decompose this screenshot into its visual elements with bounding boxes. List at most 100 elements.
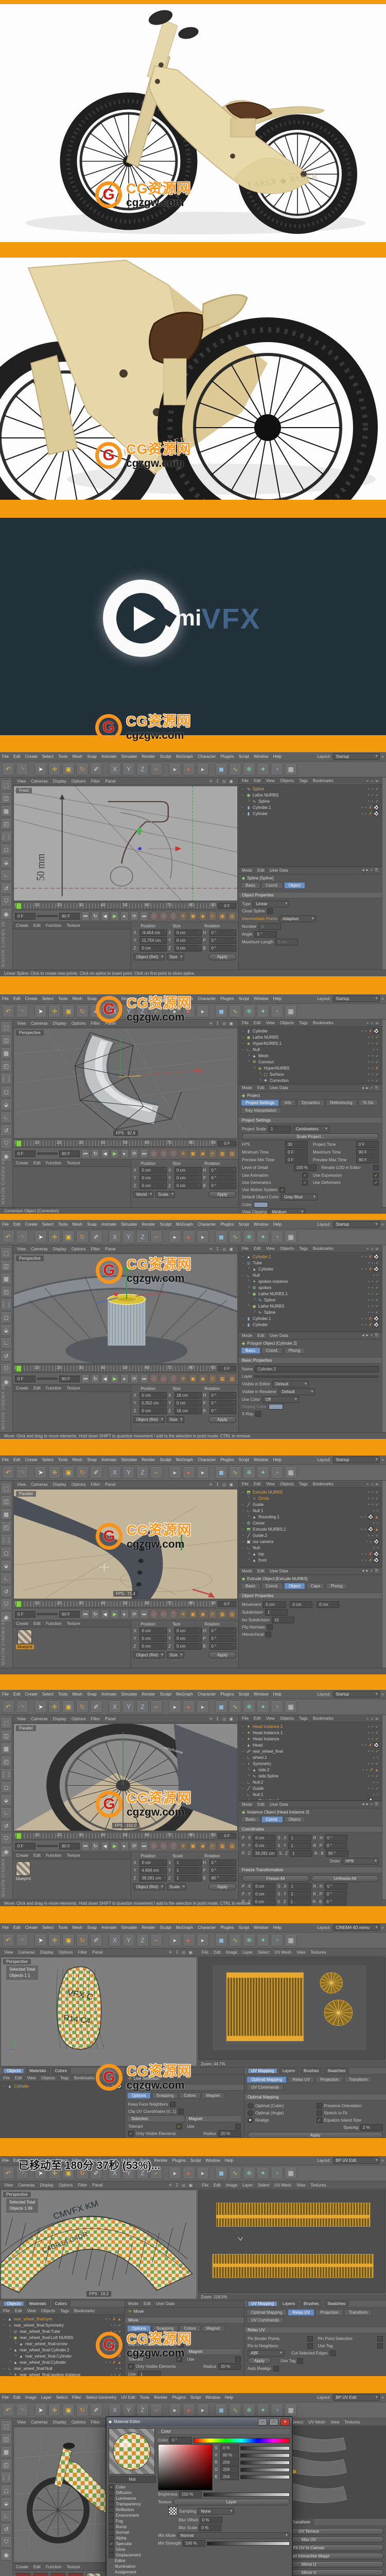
model-mode-icon[interactable]: ◫ (1, 1730, 12, 1741)
object-tree-item[interactable]: └ ◎ rear_wheel_final:Tube ∘ ∘ ✓ (0, 2328, 125, 2334)
z-axis-lock-icon[interactable]: Z (136, 1466, 149, 1479)
redo-icon[interactable]: ↷ (16, 1005, 28, 1018)
last-tool-icon[interactable]: ✐ (90, 1466, 102, 1479)
object-state-dots[interactable]: ∘ ∘ ✓ (367, 1279, 382, 1284)
attribute-value[interactable]: 1 (288, 1883, 311, 1890)
attribute-tab[interactable]: Phong (326, 1582, 347, 1589)
search-icon[interactable]: ⌕ (382, 1692, 384, 1697)
attribute-value[interactable]: Off (262, 1396, 299, 1403)
attribute-tools[interactable]: ◂ ▸ ⌕ ⎘ (362, 868, 379, 873)
render-view-icon[interactable]: ▸ (169, 1701, 181, 1713)
menu-item[interactable]: MoGraph (176, 754, 193, 759)
menu-item[interactable]: User Data (270, 1333, 288, 1338)
object-state-dots[interactable]: ∘ ∘ (373, 1047, 382, 1052)
make-editable-icon[interactable]: ⬚ (1, 1483, 12, 1494)
checkbox[interactable] (170, 2101, 176, 2107)
blur-scale-value[interactable]: 0 % (199, 2524, 222, 2531)
workplane-icon[interactable]: ◰ (1, 1060, 12, 1072)
menu-item[interactable]: File (2, 1458, 9, 1462)
object-tree-item[interactable]: └ ▲ side.2 ∘ ∘ ✗ ▲ (239, 1767, 382, 1773)
menu-item[interactable]: UV Mesh (274, 1950, 291, 1955)
menu-item[interactable]: Plugins (220, 996, 234, 1001)
menu-item[interactable]: Select (258, 1950, 269, 1955)
z-axis-lock-icon[interactable]: Z (136, 1231, 149, 1243)
menu-item[interactable]: Sculpt (160, 996, 171, 1001)
object-tree-item[interactable]: └ ◉ rear_wheel_final:Loft NURBS ∘ ∘ ✗ (0, 2334, 125, 2341)
uv-mode-tab[interactable]: Optimal Mapping (247, 2309, 287, 2316)
attribute-value[interactable]: 0 cm (253, 1834, 276, 1841)
points-mode-icon[interactable]: ⋮⋮ (1, 1073, 12, 1084)
cube-primitive-icon[interactable]: ◼ (215, 1934, 227, 1946)
menu-item[interactable]: Mode (242, 1333, 252, 1338)
move-icon[interactable]: ✛ (48, 1005, 61, 1018)
tool-tab[interactable]: Colors (179, 2325, 201, 2332)
rotation-field[interactable]: 0 ° (209, 1643, 237, 1650)
frame-start-field[interactable]: 0 F (15, 1611, 36, 1618)
key-button[interactable]: ▣ (189, 911, 197, 921)
menu-item[interactable]: MoGraph (176, 1458, 193, 1462)
menu-item[interactable]: Objects (41, 2076, 55, 2080)
apply-button[interactable]: Apply (208, 1884, 236, 1890)
position-field[interactable]: 0 cm (139, 1643, 167, 1650)
checkbox[interactable] (307, 2343, 313, 2349)
menu-item[interactable]: Options (72, 1021, 86, 1026)
menu-item[interactable]: Layer (242, 1950, 253, 1955)
attribute-value[interactable]: Linear (253, 900, 290, 907)
object-tree-item[interactable]: └ ▲ rear_wheel_final:Cylinder.2 ∘ ∘ ✗ ▲ (0, 2347, 125, 2353)
menu-item[interactable]: Edit (13, 1925, 21, 1930)
tool-tab[interactable]: Magnet (201, 2092, 225, 2099)
attribute-value[interactable]: 0 cm (317, 1601, 340, 1608)
timeline-ruler[interactable]: 0102030405060708090 0 F (13, 1364, 238, 1372)
viewport-layout-icons[interactable]: ✛ ↧ ◎ ▣ (209, 1247, 234, 1251)
menu-item[interactable]: Mode (242, 1569, 252, 1573)
menu-item[interactable]: View (17, 779, 26, 784)
menu-item[interactable]: Tools (140, 2395, 150, 2400)
live-selection-icon[interactable]: ➤ (34, 1934, 47, 1946)
y-axis-lock-icon[interactable]: Y (122, 763, 135, 775)
timeline-playhead[interactable] (16, 1832, 22, 1839)
object-state-dots[interactable]: ∘ ∘ ✗ (361, 811, 382, 816)
menu-item[interactable]: Render (142, 1458, 155, 1462)
size-field[interactable]: 0 cm (174, 1635, 202, 1642)
timeline-playhead[interactable] (16, 1140, 22, 1147)
menu-item[interactable]: Mesh (73, 754, 83, 759)
slider-value[interactable]: 204 (220, 2466, 239, 2473)
coord-size-dropdown[interactable]: Size (167, 954, 184, 960)
key-button[interactable]: ◉ (199, 1149, 207, 1158)
frame-end-field[interactable]: 90 F (59, 1150, 80, 1157)
transport-button[interactable]: ▶ (111, 1841, 119, 1851)
menu-item[interactable]: View (296, 2183, 305, 2188)
edges-mode-icon[interactable]: ◻ (1, 1547, 12, 1558)
magnet-icon[interactable]: ↺ (1, 883, 12, 894)
model-mode-icon[interactable]: ◫ (1, 2433, 12, 2445)
object-tree-item[interactable]: └ ◉ Lathe NURBS ∘ ∘ ✓ (239, 1303, 382, 1309)
search-icon[interactable]: ⌕ (382, 2395, 384, 2400)
menu-item[interactable]: Options (72, 1247, 86, 1251)
menu-item[interactable]: Objects (280, 1482, 294, 1486)
object-state-dots[interactable]: ∘ ∘ ✗ (367, 1066, 382, 1071)
rotation-field[interactable]: 0 ° (209, 1400, 237, 1406)
menu-item[interactable]: UV Edit (121, 2395, 135, 2400)
attribute-tab[interactable]: Project Settings (241, 1099, 279, 1106)
key-button[interactable]: ✛ (179, 1609, 187, 1619)
size-field[interactable]: 0 cm (174, 1628, 202, 1634)
attribute-tab[interactable]: Key Interpolation (241, 1107, 282, 1114)
checkbox[interactable] (297, 2358, 304, 2364)
key-button[interactable]: ▦ (218, 911, 226, 921)
panel-tab[interactable]: Colors (51, 2068, 71, 2074)
menu-item[interactable]: Cameras (31, 1247, 47, 1251)
object-manager-tools[interactable]: ⌕ ⌂ ⊟ (366, 1716, 379, 1721)
menu-item[interactable]: Window (254, 996, 268, 1001)
menu-item[interactable]: Sculpt (160, 1925, 171, 1930)
timeline-ruler[interactable]: 0102030405060708090 0 F (13, 1600, 238, 1608)
coord-system-icon[interactable]: ⌐ (150, 1005, 163, 1018)
menu-item[interactable]: Plugins (220, 754, 234, 759)
menu-item[interactable]: MoGraph (176, 1925, 193, 1930)
menu-item[interactable]: Create (16, 1853, 28, 1858)
polygons-mode-icon[interactable]: ⬙ (1, 1325, 12, 1336)
object-state-dots[interactable]: ∘ ∘ (373, 1755, 382, 1760)
record-button[interactable]: ⊙ (160, 911, 168, 921)
menu-item[interactable]: Help (273, 1222, 281, 1227)
material-channel[interactable]: Alpha (109, 2535, 156, 2541)
mograph-icon[interactable]: ❋ (243, 2404, 255, 2416)
